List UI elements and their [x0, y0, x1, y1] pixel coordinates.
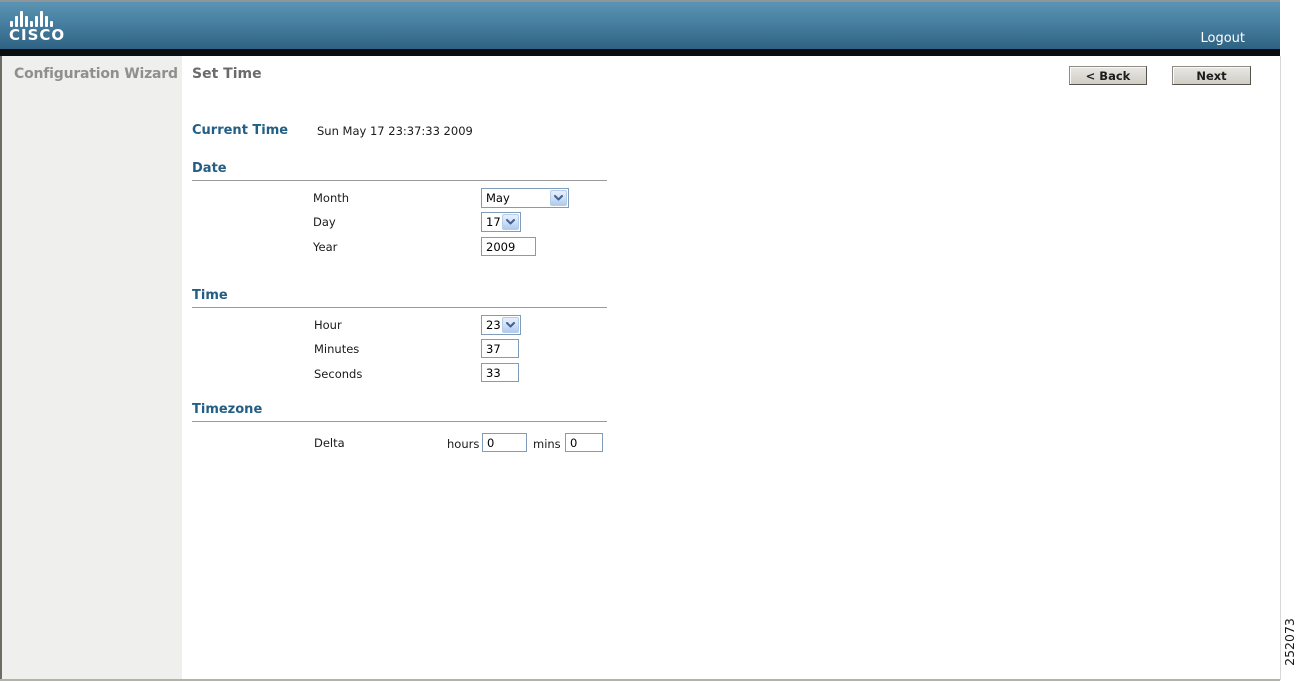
- delta-hours-input[interactable]: [482, 433, 527, 452]
- delta-label: Delta: [314, 436, 345, 450]
- day-label: Day: [313, 215, 336, 229]
- month-label: Month: [313, 191, 350, 205]
- month-select-value: May: [486, 191, 510, 205]
- date-section-heading: Date: [192, 161, 227, 176]
- configuration-wizard-screen: CISCO Logout Configuration Wizard Set Ti…: [0, 0, 1303, 682]
- seconds-input[interactable]: [481, 363, 519, 382]
- year-input[interactable]: [481, 237, 536, 256]
- cisco-logo-bars-icon: [10, 9, 79, 27]
- day-select[interactable]: 17: [481, 212, 521, 232]
- sidebar: Configuration Wizard: [0, 56, 182, 680]
- chevron-down-icon: [502, 214, 519, 230]
- content-right-edge: [1280, 56, 1281, 680]
- timezone-section-divider: [192, 421, 607, 422]
- cisco-logo-text: CISCO: [9, 26, 66, 44]
- header-bar: CISCO Logout: [0, 2, 1280, 49]
- month-select[interactable]: May: [481, 188, 569, 208]
- logout-link[interactable]: Logout: [1200, 31, 1245, 46]
- minutes-input[interactable]: [481, 339, 519, 358]
- page-bottom-line: [0, 679, 1280, 681]
- cisco-logo: CISCO: [9, 9, 79, 49]
- sidebar-title: Configuration Wizard: [14, 66, 178, 82]
- back-button[interactable]: < Back: [1069, 66, 1147, 85]
- time-section-heading: Time: [192, 288, 228, 303]
- current-time-value: Sun May 17 23:37:33 2009: [317, 124, 473, 138]
- time-section-divider: [192, 307, 607, 308]
- figure-number: 252073: [1282, 618, 1297, 666]
- chevron-down-icon: [550, 190, 567, 206]
- hour-select[interactable]: 23: [481, 315, 521, 335]
- seconds-label: Seconds: [314, 367, 363, 381]
- hour-select-value: 23: [486, 318, 501, 332]
- header-black-strip: [0, 49, 1280, 56]
- date-section-divider: [192, 180, 607, 181]
- next-button[interactable]: Next: [1172, 66, 1251, 85]
- chevron-down-icon: [502, 317, 519, 333]
- delta-mins-input[interactable]: [565, 433, 603, 452]
- day-select-value: 17: [486, 215, 501, 229]
- page-title: Set Time: [192, 66, 262, 82]
- hour-label: Hour: [314, 318, 342, 332]
- minutes-label: Minutes: [314, 342, 360, 356]
- current-time-label: Current Time: [192, 123, 289, 138]
- main-content: Set Time < Back Next Current Time Sun Ma…: [182, 56, 1280, 680]
- delta-hours-label: hours: [447, 437, 480, 451]
- delta-mins-label: mins: [533, 437, 561, 451]
- year-label: Year: [313, 240, 338, 254]
- timezone-section-heading: Timezone: [192, 402, 263, 417]
